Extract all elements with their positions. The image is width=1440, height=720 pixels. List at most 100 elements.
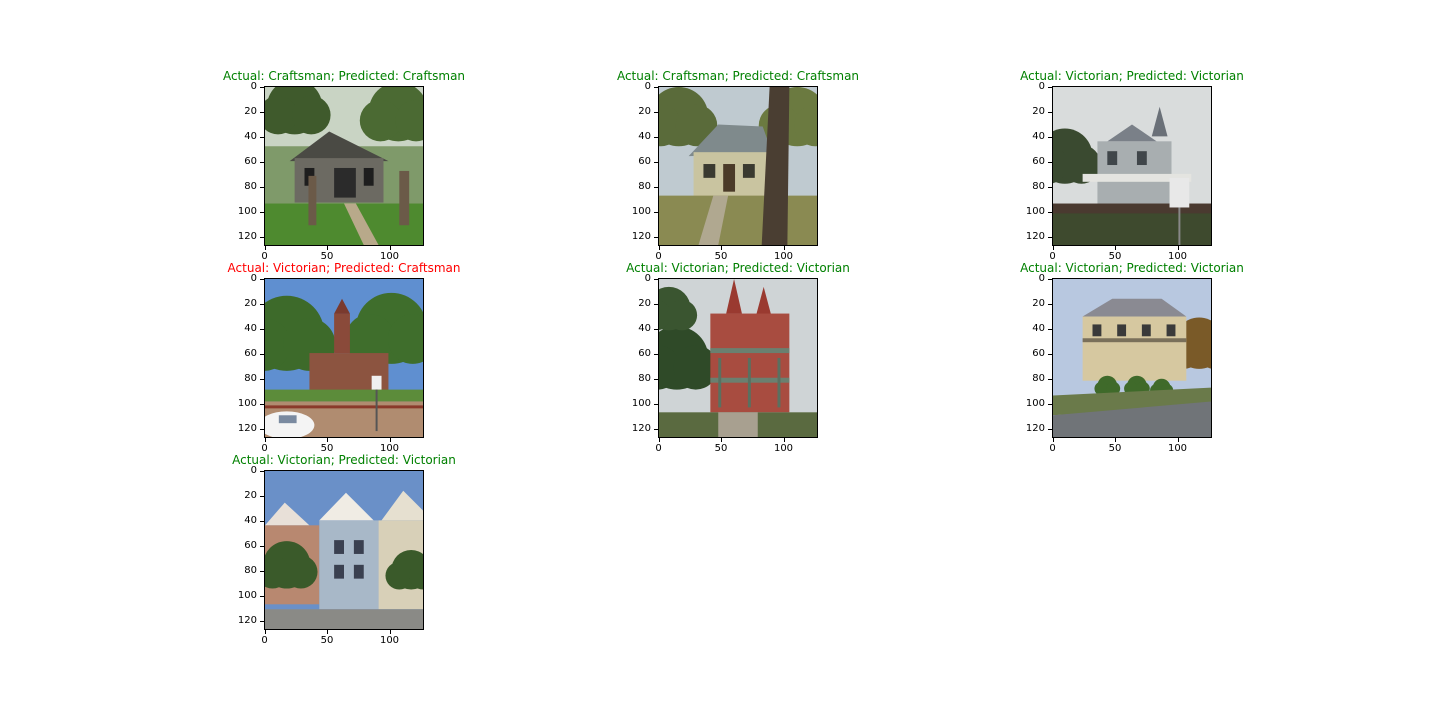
x-tick-label: 50 <box>1108 443 1122 454</box>
y-tick-label: 120 <box>237 422 257 434</box>
y-tick-mark <box>260 303 264 305</box>
y-tick-mark <box>654 378 658 380</box>
y-tick-mark <box>260 186 264 188</box>
house-image <box>264 86 424 246</box>
y-tick-mark <box>260 161 264 163</box>
y-tick-mark <box>654 186 658 188</box>
y-tick-mark <box>260 495 264 497</box>
y-tick-mark <box>1048 378 1052 380</box>
x-tick-label: 100 <box>773 443 794 454</box>
x-tick-label: 50 <box>714 443 728 454</box>
y-tick-label: 100 <box>631 205 651 217</box>
y-tick-label: 0 <box>250 80 257 92</box>
y-tick-label: 20 <box>244 105 257 117</box>
y-tick-label: 20 <box>1032 105 1045 117</box>
y-tick-mark <box>654 303 658 305</box>
x-tick-mark <box>1177 438 1179 442</box>
x-tick-mark <box>783 246 785 250</box>
x-tick-mark <box>783 438 785 442</box>
x-tick-mark <box>327 246 328 250</box>
house-image <box>1052 86 1212 246</box>
x-tick-mark <box>327 630 328 634</box>
x-tick-mark <box>658 246 660 250</box>
y-tick-mark <box>1048 186 1052 188</box>
panel-title: Actual: Victorian; Predicted: Victorian <box>232 453 456 467</box>
y-tick-mark <box>260 620 264 622</box>
y-tick-label: 40 <box>244 322 257 334</box>
y-tick-label: 40 <box>638 322 651 334</box>
y-tick-mark <box>260 520 264 522</box>
y-tick-mark <box>1048 86 1052 88</box>
y-tick-label: 120 <box>237 230 257 242</box>
y-tick-label: 60 <box>1032 155 1045 167</box>
y-tick-label: 120 <box>631 230 651 242</box>
house-image <box>658 278 818 438</box>
y-tick-mark <box>1048 136 1052 138</box>
panel-title: Actual: Craftsman; Predicted: Craftsman <box>616 69 860 83</box>
y-tick-label: 0 <box>250 464 257 476</box>
y-tick-label: 60 <box>1032 347 1045 359</box>
x-tick-mark <box>264 630 266 634</box>
house-image <box>1052 278 1212 438</box>
y-tick-label: 100 <box>237 397 257 409</box>
y-tick-mark <box>260 86 264 88</box>
panel-title: Actual: Victorian; Predicted: Craftsman <box>227 261 461 275</box>
y-tick-mark <box>260 278 264 280</box>
y-tick-mark <box>1048 278 1052 280</box>
y-tick-mark <box>260 595 264 597</box>
y-tick-label: 0 <box>1038 80 1045 92</box>
y-tick-mark <box>260 428 264 430</box>
x-tick-mark <box>1052 246 1054 250</box>
y-tick-mark <box>260 403 264 405</box>
x-tick-label: 0 <box>261 635 268 646</box>
y-tick-mark <box>260 211 264 213</box>
y-tick-mark <box>654 86 658 88</box>
y-tick-label: 0 <box>644 80 651 92</box>
x-tick-mark <box>1177 246 1179 250</box>
y-tick-mark <box>1048 353 1052 355</box>
y-tick-mark <box>260 328 264 330</box>
y-tick-mark <box>1048 303 1052 305</box>
y-tick-mark <box>1048 428 1052 430</box>
x-tick-mark <box>1115 246 1116 250</box>
y-tick-label: 20 <box>1032 297 1045 309</box>
y-tick-label: 80 <box>244 180 257 192</box>
y-tick-label: 40 <box>244 130 257 142</box>
x-tick-label: 0 <box>1049 443 1056 454</box>
x-tick-mark <box>658 438 660 442</box>
panel-title: Actual: Victorian; Predicted: Victorian <box>1020 261 1244 275</box>
y-tick-label: 80 <box>1032 372 1045 384</box>
y-tick-label: 40 <box>244 514 257 526</box>
y-tick-label: 100 <box>1025 397 1045 409</box>
x-tick-mark <box>389 246 391 250</box>
x-tick-mark <box>721 246 722 250</box>
panel-title: Actual: Craftsman; Predicted: Craftsman <box>222 69 466 83</box>
y-tick-mark <box>1048 111 1052 113</box>
y-tick-mark <box>1048 328 1052 330</box>
y-tick-label: 120 <box>237 614 257 626</box>
y-tick-label: 100 <box>237 589 257 601</box>
y-tick-label: 40 <box>1032 130 1045 142</box>
y-tick-label: 20 <box>638 105 651 117</box>
y-tick-mark <box>654 403 658 405</box>
y-tick-label: 80 <box>244 564 257 576</box>
y-tick-mark <box>260 111 264 113</box>
x-tick-mark <box>389 438 391 442</box>
x-tick-label: 50 <box>320 635 334 646</box>
y-tick-mark <box>1048 161 1052 163</box>
x-tick-mark <box>389 630 391 634</box>
y-tick-label: 120 <box>1025 230 1045 242</box>
y-tick-mark <box>260 570 264 572</box>
house-image <box>264 278 424 438</box>
x-tick-label: 0 <box>655 443 662 454</box>
house-image <box>658 86 818 246</box>
y-tick-label: 40 <box>1032 322 1045 334</box>
y-tick-label: 0 <box>1038 272 1045 284</box>
x-tick-mark <box>1052 438 1054 442</box>
y-tick-label: 20 <box>244 297 257 309</box>
y-tick-label: 40 <box>638 130 651 142</box>
x-tick-mark <box>1115 438 1116 442</box>
y-tick-mark <box>260 136 264 138</box>
y-tick-mark <box>654 428 658 430</box>
y-tick-mark <box>654 136 658 138</box>
